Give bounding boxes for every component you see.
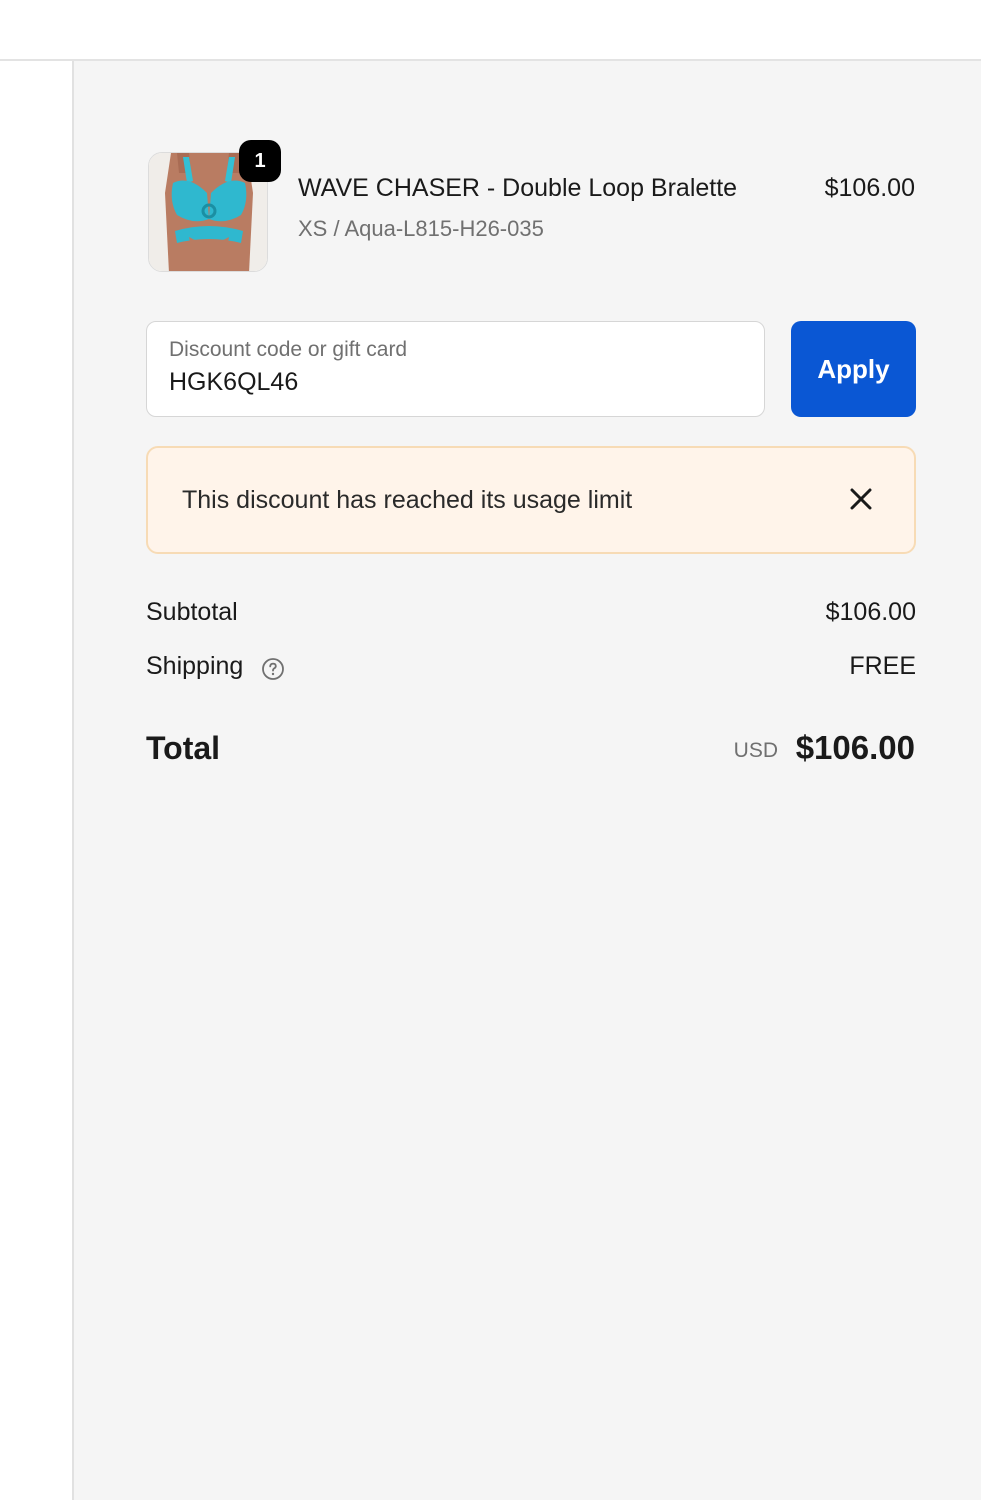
product-price: $106.00 (824, 174, 915, 202)
total-label: Total (146, 730, 221, 766)
banner-message: This discount has reached its usage limi… (182, 486, 633, 514)
order-summary-pane (74, 61, 981, 1500)
discount-field[interactable]: Discount code or gift card (146, 321, 765, 417)
shipping-label: Shipping (146, 652, 244, 680)
top-bar (0, 0, 981, 61)
discount-field-label: Discount code or gift card (169, 338, 408, 361)
quantity-badge: 1 (239, 140, 281, 182)
product-name: WAVE CHASER - Double Loop Bralette (298, 174, 738, 202)
apply-discount-button[interactable]: Apply (791, 321, 916, 417)
shipping-value: FREE (849, 652, 916, 680)
checkout-main-pane (0, 61, 74, 1500)
help-icon[interactable] (261, 657, 285, 681)
discount-code-input[interactable] (169, 368, 739, 397)
close-icon[interactable] (844, 482, 878, 516)
subtotal-value: $106.00 (825, 598, 916, 626)
discount-error-banner: This discount has reached its usage limi… (146, 446, 916, 554)
product-variant: XS / Aqua-L815-H26-035 (298, 216, 544, 241)
total-value: $106.00 (795, 729, 915, 766)
total-currency: USD (733, 739, 778, 762)
subtotal-label: Subtotal (146, 598, 238, 626)
